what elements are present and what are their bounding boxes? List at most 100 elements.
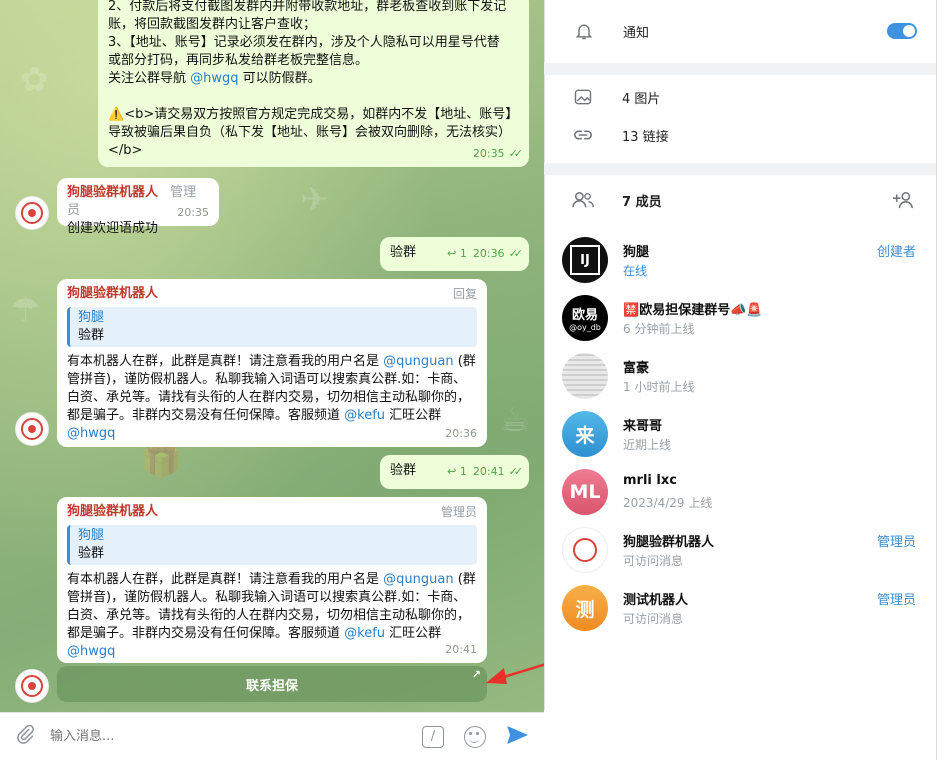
message-line: @hwgq [67, 643, 477, 661]
member-status: 1 小时前上线 [623, 380, 695, 394]
avatar: 欧易 @oy_db [562, 295, 608, 341]
avatar: IJ [562, 237, 608, 283]
quoted-message[interactable]: 狗腿 验群 [67, 525, 477, 565]
bot-avatar[interactable] [15, 196, 49, 230]
background-window-edge [936, 0, 947, 760]
mention-link[interactable]: @kefu [344, 626, 385, 641]
wallpaper-doodle-icon: ✿ [20, 60, 49, 100]
message-composer: / [0, 712, 544, 760]
member-status: 2023/4/29 上线 [623, 496, 713, 510]
notifications-row[interactable]: 通知 [545, 11, 937, 51]
message-time: 20:41 [445, 643, 477, 656]
sender-name[interactable]: 狗腿验群机器人 [67, 285, 477, 303]
images-count: 4 图片 [622, 91, 661, 107]
rules-line: 或部分打码，再同步私发给群老板完整信息。 [108, 53, 369, 68]
avatar: 测 [562, 585, 608, 631]
mention-link[interactable]: @qunguan [383, 354, 453, 369]
reply-count[interactable]: ↩ 1 [447, 465, 467, 478]
message-text: 验群 [390, 245, 417, 260]
quote-author: 狗腿 [78, 310, 105, 325]
member-status: 近期上线 [623, 438, 672, 452]
member-name: 狗腿 [623, 245, 650, 260]
member-status: 可访问消息 [623, 554, 684, 568]
send-icon[interactable] [506, 724, 530, 750]
panel-bottom [544, 710, 936, 760]
warning-line: ⚠️<b>请交易双方按照官方规定完成交易，如群内不发【地址、账号】 [108, 107, 519, 122]
member-item[interactable]: 狗腿验群机器人 可访问消息 管理员 [544, 523, 936, 581]
warning-line: 导致被骗后果自负（私下发【地址、账号】会被双向删除，无法核实） [108, 125, 512, 140]
message-text: 创建欢迎语成功 [67, 221, 159, 236]
member-status: 可访问消息 [623, 612, 684, 626]
bot-avatar[interactable] [15, 412, 49, 446]
reply-count[interactable]: ↩ 1 [447, 247, 467, 260]
reply-label[interactable]: 回复 [453, 285, 477, 303]
incoming-message: 狗腿验群机器人 回复 狗腿 验群 有本机器人在群，此群是真群！请注意看我的用户名… [57, 279, 487, 447]
sender-role: 管理员 [440, 505, 477, 519]
message-line: @hwgq [67, 425, 477, 443]
avatar: ML [562, 469, 608, 515]
double-check-icon: ✓✓ [508, 147, 524, 160]
bot-logo-icon [21, 418, 43, 440]
message-meta: ↩ 1 20:41 ✓✓ [447, 465, 524, 478]
double-check-icon: ✓✓ [508, 247, 524, 260]
notifications-toggle[interactable] [887, 23, 917, 39]
add-member-icon[interactable] [892, 190, 916, 214]
sender-name[interactable]: 狗腿验群机器人 [67, 185, 158, 200]
member-item[interactable]: 测 测试机器人 可访问消息 管理员 [544, 581, 936, 639]
notifications-label: 通知 [623, 25, 650, 41]
message-meta: ↩ 1 20:36 ✓✓ [447, 247, 524, 260]
wallpaper-doodle-icon: ✈ [300, 180, 329, 220]
member-role: 管理员 [876, 593, 916, 608]
bot-avatar[interactable] [15, 669, 49, 703]
follow-line: 关注公群导航 @hwgq 可以防假群。 [108, 71, 321, 86]
mention-link[interactable]: @kefu [344, 408, 385, 423]
members-icon [544, 190, 622, 210]
prohibited-icon: 🈲 [623, 303, 640, 318]
emoji-icon[interactable] [464, 725, 486, 748]
message-line: 有本机器人在群，此群是真群！请注意看我的用户名是 @qunguan (群 [67, 572, 476, 587]
message-input[interactable] [50, 729, 422, 744]
member-name: 🈲欧易担保建群号📣🚨 [623, 303, 763, 318]
member-item[interactable]: 来 来哥哥 近期上线 [544, 407, 936, 465]
links-count: 13 链接 [622, 129, 669, 145]
member-name: 狗腿验群机器人 [623, 535, 715, 550]
double-check-icon: ✓✓ [508, 465, 524, 478]
bot-command-icon[interactable]: / [422, 725, 444, 748]
media-row-images[interactable]: 4 图片 [544, 78, 936, 116]
bell-icon [545, 21, 623, 41]
link-icon [544, 124, 622, 146]
members-header: 7 成员 [544, 180, 936, 220]
mention-link[interactable]: @qunguan [383, 572, 453, 587]
quote-text: 验群 [78, 546, 105, 561]
message-time: 20:36 [445, 427, 477, 440]
mention-link[interactable]: @hwgq [190, 71, 238, 86]
media-row-links[interactable]: 13 链接 [544, 116, 936, 154]
quote-author: 狗腿 [78, 528, 105, 543]
rules-line: 账，将回款截图发群内让客户查收； [108, 17, 317, 32]
quoted-message[interactable]: 狗腿 验群 [67, 307, 477, 347]
member-item[interactable]: IJ 狗腿 在线 创建者 [544, 233, 936, 291]
member-item[interactable]: ML mrli lxc 2023/4/29 上线 [544, 465, 936, 523]
attach-icon[interactable] [0, 724, 50, 749]
member-name: 测试机器人 [623, 593, 689, 608]
sender-name[interactable]: 狗腿验群机器人 [67, 503, 477, 521]
members-count: 7 成员 [622, 194, 662, 210]
member-item[interactable]: 欧易 @oy_db 🈲欧易担保建群号📣🚨 6 分钟前上线 [544, 291, 936, 349]
mention-link[interactable]: @hwgq [67, 426, 115, 441]
rules-line: 2、付款后将支付截图发群内并附带收款地址，群老板查收到账下发记 [108, 0, 507, 14]
avatar [562, 353, 608, 399]
message-text: 验群 [390, 463, 417, 478]
image-icon [544, 87, 622, 107]
incoming-message: 狗腿验群机器人 管理员 狗腿 验群 有本机器人在群，此群是真群！请注意看我的用户… [57, 497, 487, 663]
member-status: 6 分钟前上线 [623, 322, 695, 336]
mention-link[interactable]: @hwgq [67, 644, 115, 659]
quote-text: 验群 [78, 328, 105, 343]
message-line: 都是骗子。非群内交易没有任何保障。客服频道 @kefu 汇旺公群 [67, 626, 442, 641]
contact-guarantee-button[interactable]: 联系担保 ↗ [57, 666, 487, 702]
member-name: 富豪 [623, 361, 650, 376]
message-time: 20:35 [177, 206, 209, 219]
section-divider [544, 63, 936, 75]
wallpaper-doodle-icon: ☕ [500, 400, 531, 440]
outgoing-message: 验群 ↩ 1 20:41 ✓✓ [380, 455, 529, 489]
member-item[interactable]: 富豪 1 小时前上线 [544, 349, 936, 407]
